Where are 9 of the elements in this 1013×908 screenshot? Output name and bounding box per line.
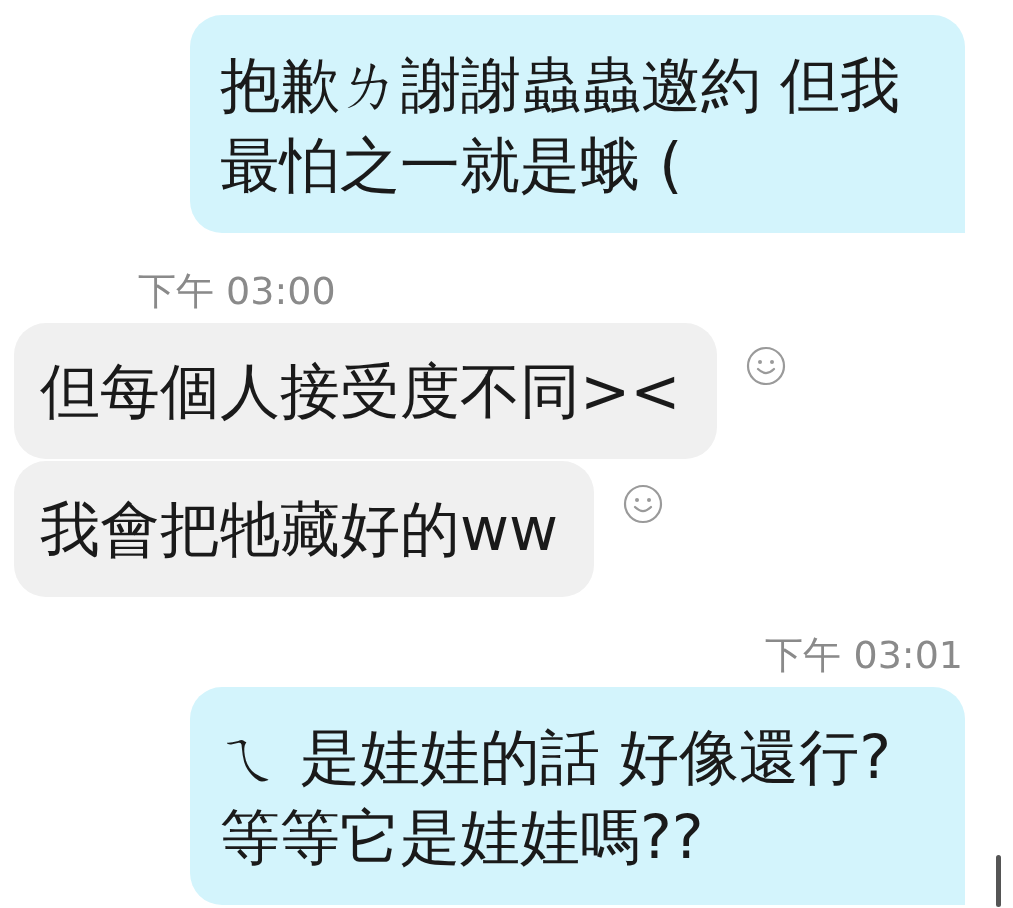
received-message: 但每個人接受度不同>< — [14, 323, 717, 459]
timestamp: 下午 03:01 — [765, 633, 963, 677]
scrollbar[interactable] — [996, 855, 1001, 907]
smiley-icon[interactable] — [744, 345, 787, 387]
smiley-icon[interactable] — [622, 483, 665, 525]
received-message: 我會把牠藏好的ww — [14, 461, 595, 597]
sent-message: 抱歉ㄌ謝謝蟲蟲邀約 但我最怕之一就是蛾 ( — [190, 15, 965, 233]
sent-message: ㄟ 是娃娃的話 好像還行?等等它是娃娃嗎?? — [190, 687, 965, 905]
timestamp: 下午 03:00 — [138, 269, 336, 313]
